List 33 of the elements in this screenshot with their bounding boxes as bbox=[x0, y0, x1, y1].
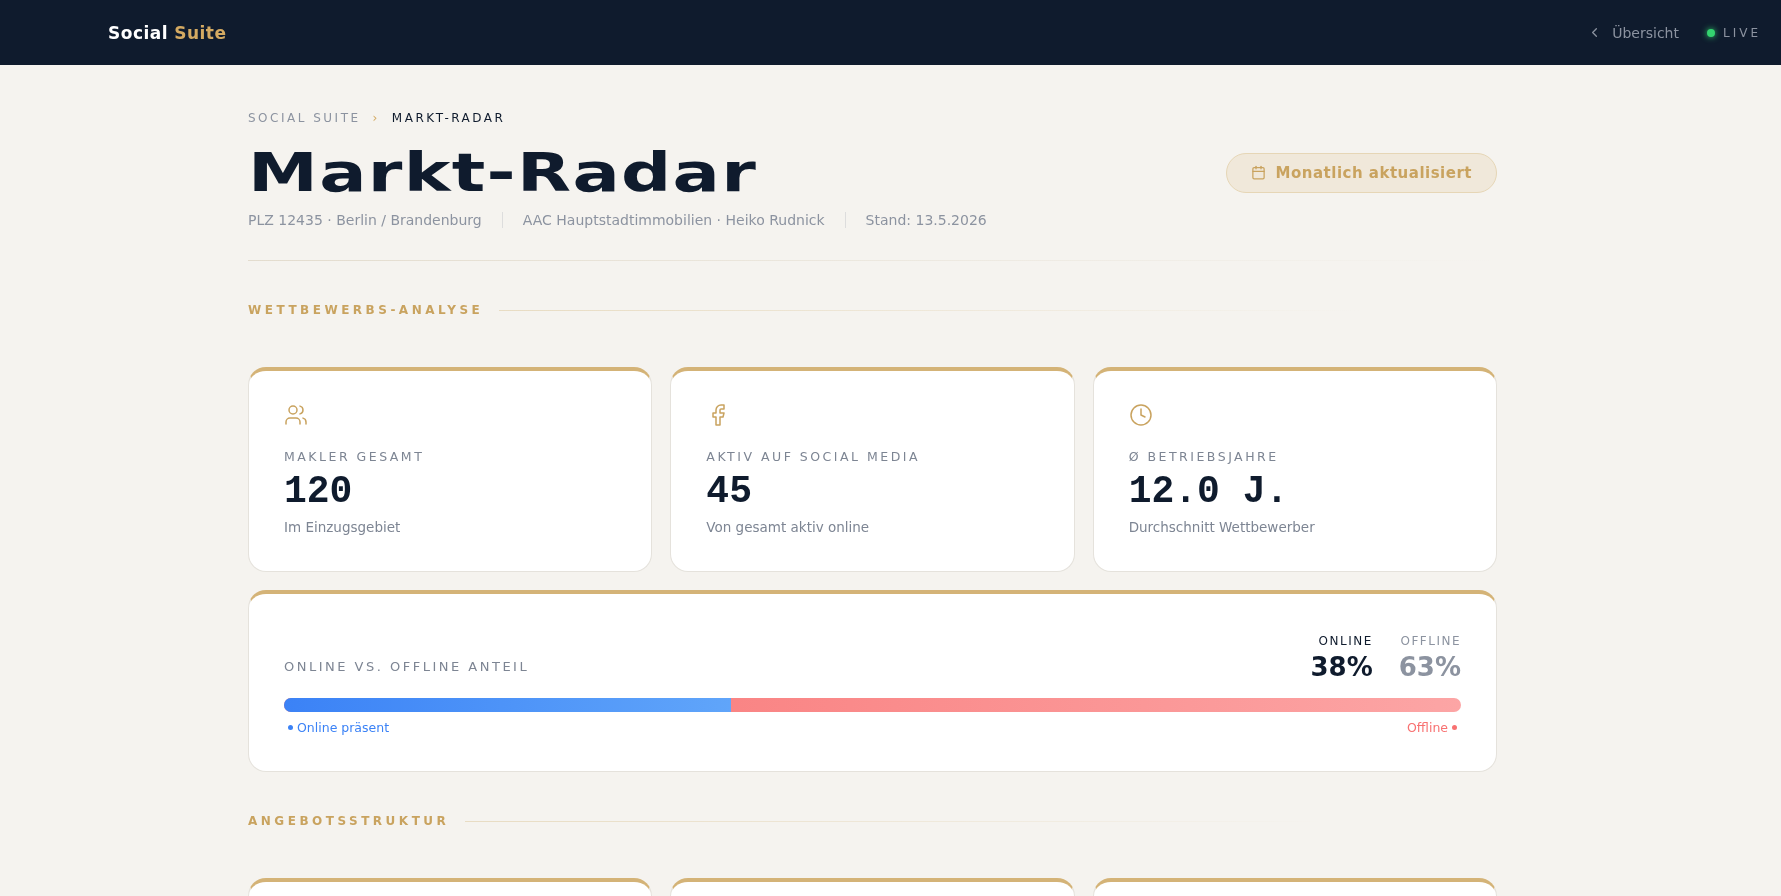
stat-note: Durchschnitt Wettbewerber bbox=[1128, 519, 1316, 536]
offline-legend: Offline bbox=[1407, 720, 1448, 736]
offline-label: OFFLINE bbox=[1400, 634, 1461, 649]
meta-text: AAC Hauptstadtimmobilien · Heiko Rudnick bbox=[522, 212, 825, 229]
update-badge: Monatlich aktualisiert bbox=[1225, 152, 1497, 193]
section-title: ANGEBOTSSTRUKTUR bbox=[248, 814, 450, 829]
breadcrumb-link[interactable]: SOCIAL SUITE bbox=[248, 111, 361, 125]
legend-dot-icon bbox=[288, 725, 293, 731]
share-title: ONLINE VS. OFFLINE ANTEIL bbox=[284, 659, 530, 675]
clock-icon bbox=[1128, 403, 1153, 428]
live-indicator: LIVE bbox=[1707, 25, 1761, 40]
meta-text: Stand: 13.5.2026 bbox=[865, 212, 987, 229]
stat-value: 12.0 J. bbox=[1128, 470, 1290, 514]
breadcrumb-separator: › bbox=[372, 111, 380, 125]
brand-logo: Social Suite bbox=[108, 22, 227, 43]
back-link[interactable]: Übersicht bbox=[1587, 24, 1679, 41]
meta-text: PLZ 12435 · Berlin / Brandenburg bbox=[248, 212, 482, 229]
online-legend: Online präsent bbox=[297, 720, 390, 736]
stat-label: Ø BETRIEBSJAHRE bbox=[1128, 449, 1280, 465]
section-title: WETTBEWERBS-ANALYSE bbox=[248, 303, 484, 318]
users-icon bbox=[284, 403, 308, 428]
online-value: 38% bbox=[1310, 652, 1373, 683]
page-title: Markt-Radar bbox=[248, 143, 758, 203]
offline-value: 63% bbox=[1398, 652, 1461, 683]
stat-value: 120 bbox=[284, 470, 354, 514]
stat-value: 45 bbox=[706, 470, 753, 514]
breadcrumb-link[interactable]: MARKT-RADAR bbox=[391, 111, 506, 125]
stat-note: Von gesamt aktiv online bbox=[706, 519, 871, 536]
stat-label: AKTIV AUF SOCIAL MEDIA bbox=[706, 449, 922, 465]
stat-label: MAKLER GESAMT bbox=[284, 449, 426, 465]
online-label: ONLINE bbox=[1318, 634, 1373, 649]
legend-dot-icon bbox=[1452, 725, 1457, 731]
stat-note: Im Einzugsgebiet bbox=[284, 519, 402, 536]
